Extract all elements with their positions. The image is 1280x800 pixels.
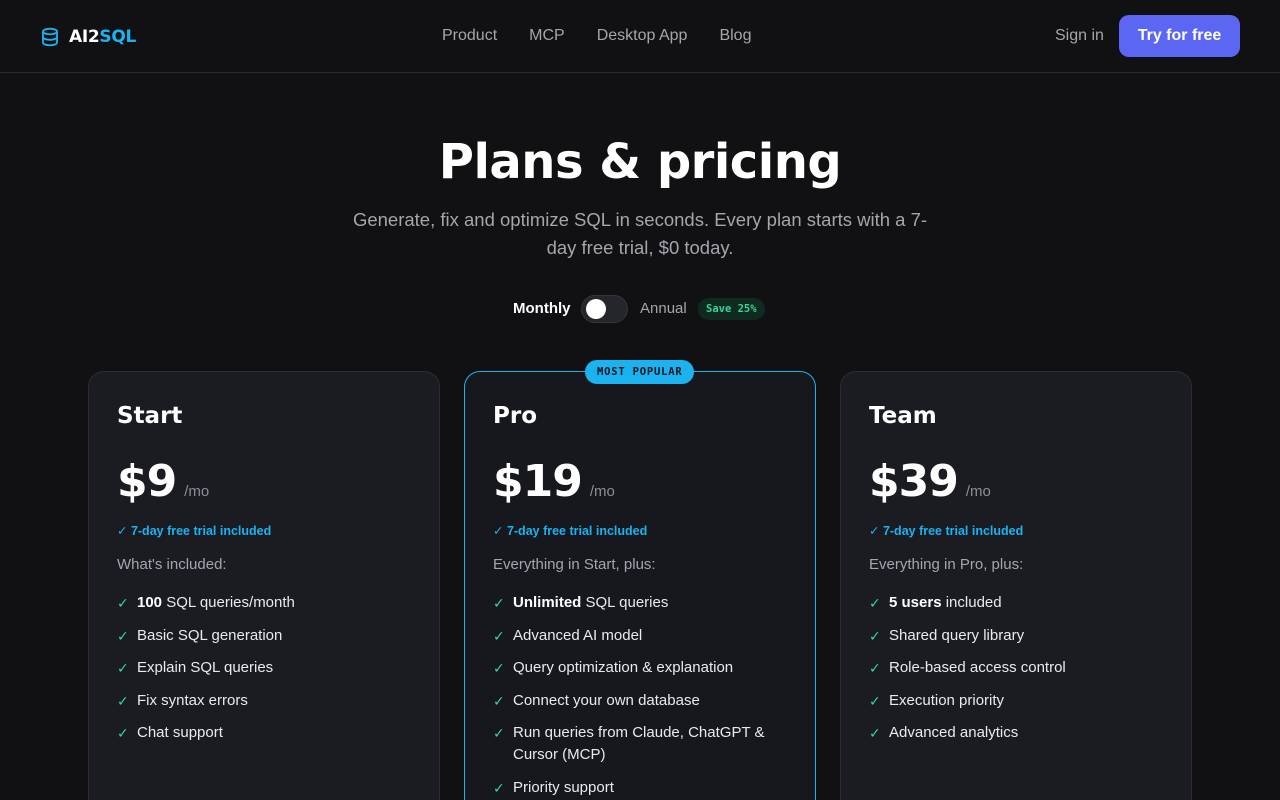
check-icon: ✓ [117,660,129,676]
brand-logo[interactable]: AI2SQL [40,24,136,50]
top-navigation: AI2SQL Product MCP Desktop App Blog Sign… [0,0,1280,73]
price-period: /mo [589,483,615,500]
try-for-free-button[interactable]: Try for free [1119,15,1240,57]
plan-name: Pro [493,403,538,429]
sign-in-link[interactable]: Sign in [1055,25,1104,47]
feature-text: SQL queries/month [162,594,295,611]
most-popular-badge: MOST POPULAR [585,360,695,384]
brand-name: AI2SQL [69,27,136,47]
feature-item: ✓ Connect your own database [493,690,793,712]
check-icon: ✓ [869,595,881,611]
feature-item: ✓ Fix syntax errors [117,690,417,712]
feature-item: ✓ Advanced AI model [493,625,793,647]
check-icon: ✓ [869,725,881,741]
monthly-label[interactable]: Monthly [513,300,571,317]
features-intro: What's included: [117,556,227,573]
feature-text: Role-based access control [889,659,1066,676]
feature-item: ✓ Shared query library [869,625,1169,647]
check-icon: ✓ [117,595,129,611]
feature-bold: 5 users [889,594,942,611]
feature-text: Advanced AI model [513,626,643,644]
feature-text: Fix syntax errors [137,691,248,709]
feature-item: ✓ 5 users included [869,592,1169,614]
feature-item: ✓ Run queries from Claude, ChatGPT & Curs… [493,722,793,766]
check-icon: ✓ [493,692,505,709]
feature-item: ✓ Chat support [117,722,417,744]
nav-link-desktop-app[interactable]: Desktop App [597,25,688,47]
feature-text: Priority support [513,778,614,796]
feature-list: ✓ Unlimited SQL queries ✓ Advanced AI mode… [493,592,793,800]
check-icon: ✓ [117,725,129,741]
plan-name: Team [869,403,937,429]
annual-label[interactable]: Annual [640,300,687,317]
toggle-knob [586,299,606,319]
feature-item: ✓ Basic SQL generation [117,625,417,647]
check-icon: ✓ [493,595,505,611]
save-badge: Save 25% [698,298,765,320]
feature-text: SQL queries [581,594,669,611]
feature-item: ✓ 100 SQL queries/month [117,592,417,614]
feature-item: ✓ Execution priority [869,690,1169,712]
nav-link-blog[interactable]: Blog [719,25,751,47]
check-icon: ✓ [869,660,881,676]
plan-price: $9 [117,456,177,507]
feature-item: ✓ Unlimited SQL queries [493,592,793,614]
price-period: /mo [184,483,210,500]
check-icon: ✓ [869,692,881,709]
feature-text: Run queries from Claude, ChatGPT & Curso… [513,724,765,763]
nav-links: Product MCP Desktop App Blog [442,25,783,47]
feature-item: ✓ Query optimization & explanation [493,657,793,679]
price-row: $19 /mo [493,456,615,507]
features-intro: Everything in Start, plus: [493,556,656,573]
features-intro: Everything in Pro, plus: [869,556,1024,573]
brand-name-part2: SQL [99,27,137,47]
check-icon: ✓ [493,627,505,644]
price-row: $39 /mo [869,456,991,507]
price-period: /mo [965,483,991,500]
plan-price: $39 [869,456,959,507]
feature-item: ✓ Explain SQL queries [117,657,417,679]
feature-text: Chat support [137,724,223,741]
feature-text: Connect your own database [513,691,700,709]
plan-card-start: Start $9 /mo ✓ 7-day free trial included… [88,371,440,800]
check-icon: ✓ [117,627,129,644]
feature-text: Advanced analytics [889,724,1019,741]
feature-list: ✓ 100 SQL queries/month ✓ Basic SQL genera… [117,592,417,755]
feature-text: Query optimization & explanation [513,659,734,676]
feature-text: included [941,594,1002,611]
feature-item: ✓ Advanced analytics [869,722,1169,744]
database-icon [42,27,58,47]
plan-card-pro: MOST POPULAR Pro $19 /mo ✓ 7-day free tr… [464,360,816,800]
check-icon: ✓ [117,692,129,709]
feature-item: ✓ Priority support [493,777,793,799]
price-row: $9 /mo [117,456,209,507]
plan-card-team: Team $39 /mo ✓ 7-day free trial included… [840,371,1192,800]
trial-note: ✓ 7-day free trial included [493,524,648,538]
feature-bold: Unlimited [513,594,582,611]
nav-link-product[interactable]: Product [442,25,497,47]
page-subtitle: Generate, fix and optimize SQL in second… [352,209,928,258]
billing-period-switch: Monthly Annual Save 25% [0,295,1280,323]
check-icon: ✓ [493,660,505,676]
feature-bold: 100 [137,594,163,611]
nav-link-mcp[interactable]: MCP [529,25,565,47]
feature-list: ✓ 5 users included ✓ Shared query library … [869,592,1169,755]
feature-text: Shared query library [889,626,1025,644]
feature-text: Execution priority [889,691,1005,709]
page-title: Plans & pricing [438,134,842,190]
plan-name: Start [117,403,183,429]
trial-note: ✓ 7-day free trial included [117,524,272,538]
check-icon: ✓ [869,627,881,644]
check-icon: ✓ [493,725,505,741]
check-icon: ✓ [493,779,505,796]
trial-note: ✓ 7-day free trial included [869,524,1024,538]
feature-item: ✓ Role-based access control [869,657,1169,679]
plan-price: $19 [493,456,583,507]
billing-toggle[interactable] [581,295,628,323]
feature-text: Explain SQL queries [137,659,274,676]
brand-name-part1: AI2 [69,27,100,47]
feature-text: Basic SQL generation [137,626,283,644]
